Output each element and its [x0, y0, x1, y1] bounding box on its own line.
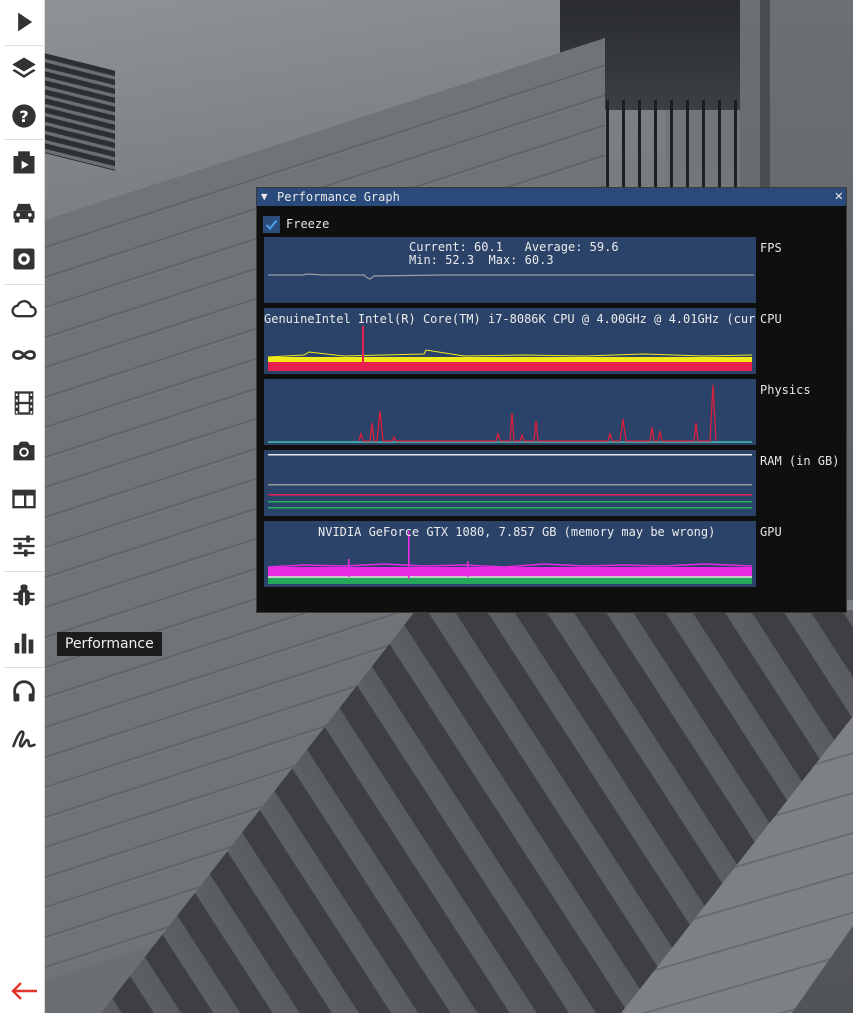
left-toolbar: ? [0, 0, 45, 1013]
wall-vent [45, 53, 115, 171]
cpu-graph: GenuineIntel Intel(R) Core(TM) i7-8086K … [264, 308, 756, 374]
settings-gear-icon[interactable] [5, 237, 43, 281]
ram-lines [268, 454, 752, 509]
camera-icon[interactable] [5, 429, 43, 473]
drain-pipe [760, 0, 770, 200]
freeze-label: Freeze [286, 217, 330, 231]
headphones-icon[interactable] [5, 669, 43, 713]
collapse-arrow-icon[interactable]: ▼ [261, 188, 268, 206]
checkmark-icon[interactable] [263, 215, 280, 233]
ram-graph [264, 450, 756, 516]
back-arrow-button[interactable] [5, 969, 43, 1013]
gpu-info-text: NVIDIA GeForce GTX 1080, 7.857 GB (memor… [318, 525, 716, 539]
tooltip: Performance [57, 632, 162, 656]
window-title: Performance Graph [277, 190, 400, 204]
performance-graph-window[interactable]: ▼ Performance Graph ✕ Freeze Current: 60… [256, 187, 847, 613]
svg-text:?: ? [19, 107, 28, 126]
gpu-graph: NVIDIA GeForce GTX 1080, 7.857 GB (memor… [264, 521, 756, 587]
physics-graph [264, 379, 756, 445]
fps-graph: Current: 60.1 Average: 59.6 Min: 52.3 Ma… [264, 237, 756, 303]
physics-label: Physics [760, 383, 811, 397]
fps-label: FPS [760, 241, 782, 255]
vehicle-icon[interactable] [5, 190, 43, 234]
window-layout-icon[interactable] [5, 477, 43, 521]
ram-label: RAM (in GB) [760, 454, 840, 468]
film-icon[interactable] [5, 381, 43, 425]
arrow-left-icon [11, 982, 37, 1000]
signature-icon[interactable] [5, 717, 43, 761]
bar-chart-icon[interactable] [5, 621, 43, 665]
cpu-label: CPU [760, 312, 782, 326]
scenario-icon[interactable] [5, 141, 43, 185]
layers-icon[interactable] [5, 46, 43, 90]
close-icon[interactable]: ✕ [835, 187, 843, 205]
play-icon[interactable] [5, 0, 43, 44]
balcony-railing [590, 100, 750, 190]
window-title-bar[interactable]: ▼ Performance Graph ✕ [257, 188, 846, 206]
help-icon[interactable]: ? [5, 94, 43, 138]
cloud-icon[interactable] [5, 286, 43, 330]
cpu-info-text: GenuineIntel Intel(R) Core(TM) i7-8086K … [264, 312, 756, 326]
infinity-icon[interactable] [5, 333, 43, 377]
fps-stats-line2: Min: 52.3 Max: 60.3 [409, 253, 554, 267]
physics-spikes [268, 384, 752, 443]
bug-icon[interactable] [5, 573, 43, 617]
freeze-checkbox[interactable]: Freeze [263, 215, 329, 233]
sliders-icon[interactable] [5, 524, 43, 568]
gpu-label: GPU [760, 525, 782, 539]
